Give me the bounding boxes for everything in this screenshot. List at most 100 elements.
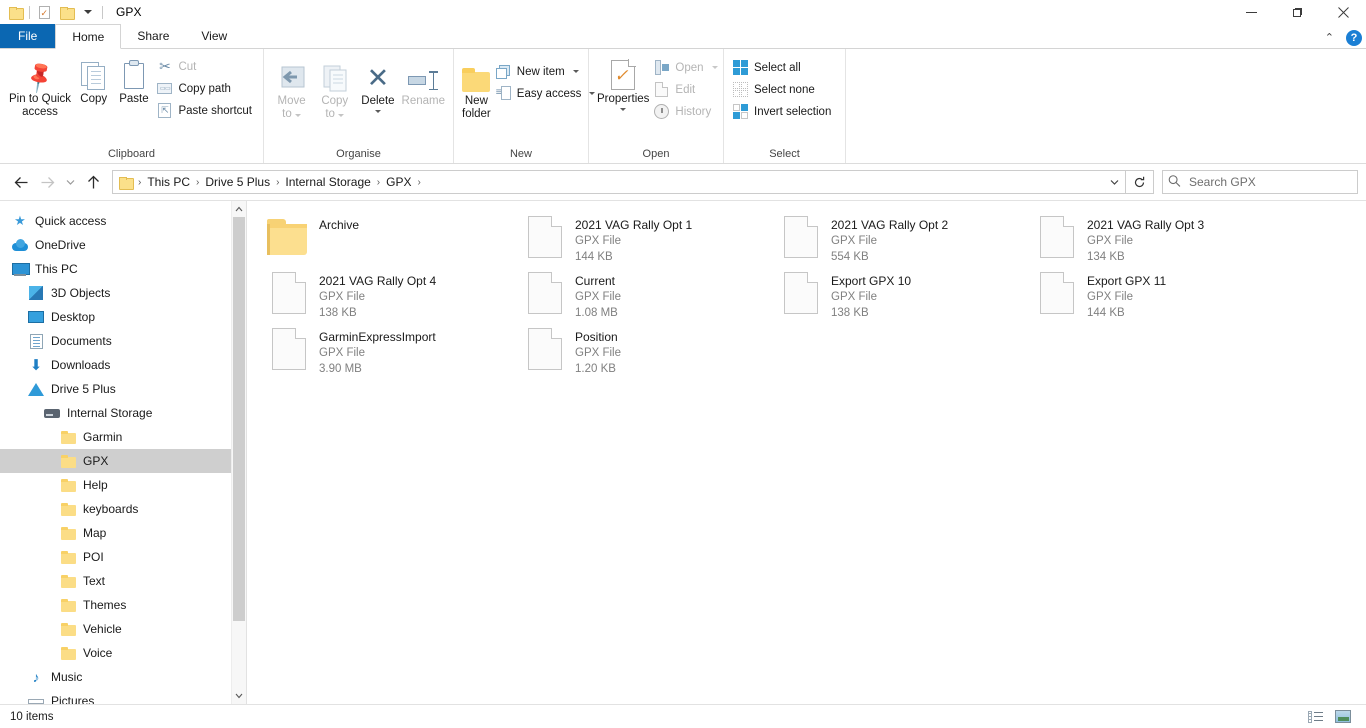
file-item[interactable]: Export GPX 10 GPX File 138 KB (771, 265, 1027, 321)
properties-button[interactable]: ✓ Properties (595, 53, 651, 111)
sidebar-item-help[interactable]: Help (0, 473, 246, 497)
search-input[interactable]: Search GPX (1189, 175, 1256, 189)
sidebar-item-garmin[interactable]: Garmin (0, 425, 246, 449)
tab-home[interactable]: Home (55, 24, 122, 49)
close-button[interactable] (1320, 0, 1366, 24)
breadcrumb-sep-2[interactable]: › (274, 177, 281, 188)
search-box[interactable]: Search GPX (1162, 170, 1358, 194)
file-item[interactable]: Position GPX File 1.20 KB (515, 321, 771, 377)
delete-button[interactable]: ✕ Delete (356, 55, 399, 113)
sidebar-item-documents[interactable]: Documents (0, 329, 246, 353)
file-item[interactable]: 2021 VAG Rally Opt 2 GPX File 554 KB (771, 209, 1027, 265)
sidebar-item-quick-access[interactable]: ★ Quick access (0, 209, 246, 233)
collapse-ribbon-icon[interactable]: ⌃ (1319, 29, 1340, 46)
easy-access-icon: ≡ (495, 85, 512, 102)
pin-icon: 📌 (21, 58, 59, 95)
file-item[interactable]: Current GPX File 1.08 MB (515, 265, 771, 321)
select-all-button[interactable]: Select all (730, 57, 836, 78)
nav-scroll-thumb[interactable] (233, 217, 245, 621)
sidebar-item-drive-5-plus[interactable]: Drive 5 Plus (0, 377, 246, 401)
open-caret-icon[interactable] (711, 66, 718, 69)
nav-scroll-down-arrow[interactable] (232, 688, 246, 704)
navigation-scrollbar[interactable] (231, 201, 246, 704)
easy-access-button[interactable]: ≡ Easy access (493, 83, 601, 104)
sidebar-item-onedrive[interactable]: OneDrive (0, 233, 246, 257)
qat-new-folder-icon[interactable] (55, 1, 77, 23)
details-view-button[interactable] (1302, 707, 1328, 727)
copy-button[interactable]: Copy (74, 53, 113, 106)
pin-to-quick-access-button[interactable]: 📌 Pin to Quick access (6, 53, 74, 118)
file-size: 134 KB (1087, 251, 1125, 263)
large-icons-view-button[interactable] (1330, 707, 1356, 727)
tab-view[interactable]: View (185, 24, 243, 48)
sidebar-item-map[interactable]: Map (0, 521, 246, 545)
sidebar-item-gpx[interactable]: GPX (0, 449, 246, 473)
qat-dropdown-arrow-icon[interactable] (77, 1, 99, 23)
file-item[interactable]: 2021 VAG Rally Opt 4 GPX File 138 KB (259, 265, 515, 321)
file-item[interactable]: 2021 VAG Rally Opt 1 GPX File 144 KB (515, 209, 771, 265)
sidebar-item-label: POI (83, 550, 104, 564)
file-item[interactable]: Export GPX 11 GPX File 144 KB (1027, 265, 1283, 321)
tab-file[interactable]: File (0, 24, 56, 48)
up-button[interactable] (80, 169, 106, 195)
invert-selection-button[interactable]: Invert selection (730, 101, 836, 122)
rename-button[interactable]: Rename (400, 55, 447, 108)
breadcrumb-this-pc[interactable]: This PC (143, 175, 194, 189)
sidebar-item-poi[interactable]: POI (0, 545, 246, 569)
history-button[interactable]: History (651, 101, 722, 122)
sidebar-item-internal-storage[interactable]: Internal Storage (0, 401, 246, 425)
breadcrumb-internal-storage[interactable]: Internal Storage (281, 175, 374, 189)
delete-caret-icon[interactable] (374, 109, 381, 113)
sidebar-item-vehicle[interactable]: Vehicle (0, 617, 246, 641)
properties-caret-icon[interactable] (620, 107, 627, 111)
file-item[interactable]: 2021 VAG Rally Opt 3 GPX File 134 KB (1027, 209, 1283, 265)
forward-button[interactable] (34, 169, 60, 195)
breadcrumb-sep-4[interactable]: › (415, 177, 422, 188)
file-name: Current (575, 274, 616, 288)
sidebar-item-keyboards[interactable]: keyboards (0, 497, 246, 521)
refresh-button[interactable] (1126, 170, 1154, 194)
open-button[interactable]: Open (651, 57, 722, 78)
back-button[interactable] (8, 169, 34, 195)
file-item[interactable]: GarminExpressImport GPX File 3.90 MB (259, 321, 515, 377)
recent-locations-button[interactable] (60, 169, 80, 195)
move-to-button[interactable]: Move to (270, 55, 313, 120)
sidebar-item-voice[interactable]: Voice (0, 641, 246, 665)
breadcrumb-gpx[interactable]: GPX (382, 175, 415, 189)
breadcrumb-sep-3[interactable]: › (375, 177, 382, 188)
help-icon[interactable]: ? (1346, 29, 1362, 46)
tab-share[interactable]: Share (121, 24, 185, 48)
breadcrumb-bar[interactable]: › This PC › Drive 5 Plus › Internal Stor… (112, 170, 1126, 194)
copy-to-button[interactable]: Copy to (313, 55, 356, 120)
file-list-pane[interactable]: Archive 2021 VAG Rally Opt 1 GPX File 144 K… (247, 201, 1366, 704)
sidebar-item-desktop[interactable]: Desktop (0, 305, 246, 329)
new-item-caret-icon[interactable] (572, 70, 579, 73)
new-folder-button[interactable]: New folder (460, 55, 493, 120)
nav-scroll-up-arrow[interactable] (232, 201, 246, 217)
select-none-button[interactable]: Select none (730, 79, 836, 100)
sidebar-item-pictures[interactable]: Pictures (0, 689, 246, 704)
sidebar-item-music[interactable]: ♪ Music (0, 665, 246, 689)
file-item[interactable]: Archive (259, 209, 515, 265)
sidebar-item-downloads[interactable]: ⬇ Downloads (0, 353, 246, 377)
new-item-button[interactable]: New item (493, 61, 601, 82)
sidebar-item-themes[interactable]: Themes (0, 593, 246, 617)
paste-shortcut-button[interactable]: ⇱ Paste shortcut (154, 100, 257, 121)
paste-icon (122, 56, 146, 90)
sidebar-item-label: This PC (35, 262, 78, 276)
breadcrumb-drive-5-plus[interactable]: Drive 5 Plus (201, 175, 274, 189)
address-dropdown-icon[interactable] (1103, 171, 1125, 193)
qat-properties-icon[interactable]: ✓ (33, 1, 55, 23)
qat-folder-icon[interactable] (4, 1, 26, 23)
file-icon (777, 213, 825, 261)
sidebar-item-this-pc[interactable]: This PC (0, 257, 246, 281)
edit-button[interactable]: Edit (651, 79, 722, 100)
maximize-button[interactable] (1274, 0, 1320, 24)
copy-path-button[interactable]: ▭▭ Copy path (154, 78, 257, 99)
sidebar-item-text[interactable]: Text (0, 569, 246, 593)
minimize-button[interactable] (1228, 0, 1274, 24)
cut-button[interactable]: ✂ Cut (154, 56, 257, 77)
paste-button[interactable]: Paste (113, 53, 154, 106)
sidebar-item-3d-objects[interactable]: 3D Objects (0, 281, 246, 305)
breadcrumb-sep-1[interactable]: › (194, 177, 201, 188)
